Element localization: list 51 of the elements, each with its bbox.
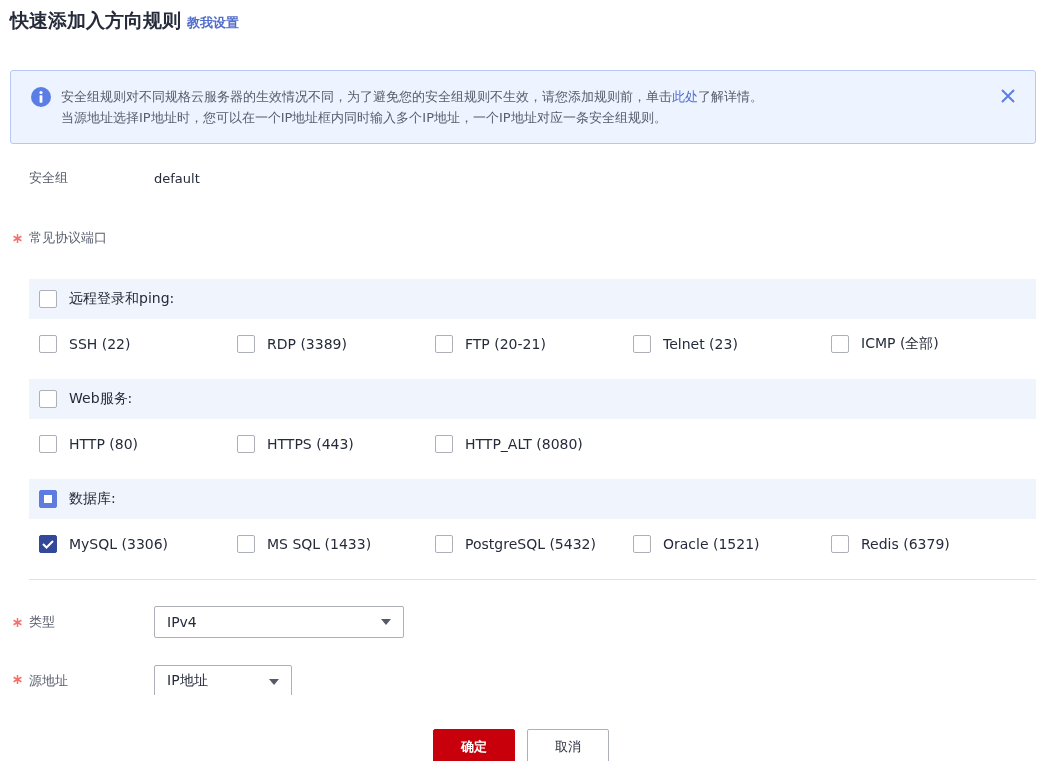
field-label: 常见协议端口 — [29, 229, 108, 247]
field-label: 源地址 — [29, 672, 69, 690]
field-value: default — [154, 170, 200, 186]
checkbox-label: HTTPS (443) — [267, 436, 354, 452]
dialog-button[interactable]: 确定 — [433, 729, 515, 761]
checkbox-label: Redis (6379) — [861, 536, 950, 552]
checkbox[interactable] — [831, 535, 849, 553]
checkbox-label: Telnet (23) — [663, 336, 738, 352]
checkbox-label: SSH (22) — [69, 336, 131, 352]
checkbox-label: ICMP (全部) — [861, 335, 939, 353]
notice-text: 当源地址选择IP地址时，您可以在一个IP地址框内同时输入多个IP地址，一个IP地址对应一条安全组规则。 — [61, 109, 668, 127]
checkbox[interactable] — [39, 435, 57, 453]
checkbox-label: MS SQL (1433) — [267, 536, 372, 552]
checkbox[interactable] — [633, 335, 651, 353]
checkbox-label: Oracle (1521) — [663, 536, 760, 552]
dialog-title: 快速添加入方向规则 — [10, 8, 181, 33]
checkbox[interactable] — [39, 290, 57, 308]
notice-text: 安全组规则对不同规格云服务器的生效情况不同，为了避免您的安全组规则不生效，请您添加规则前，单击此处了解详情。 — [61, 88, 764, 106]
checkbox[interactable] — [39, 390, 57, 408]
caret-icon — [269, 679, 279, 685]
checkmark-icon — [41, 537, 55, 551]
details-link[interactable]: 此处 — [672, 89, 698, 104]
checkbox[interactable] — [39, 535, 57, 553]
type-select[interactable]: IPv4 — [154, 606, 404, 638]
close-icon[interactable] — [1001, 89, 1015, 103]
checkbox[interactable] — [831, 335, 849, 353]
dialog-button[interactable]: 取消 — [527, 729, 609, 761]
group-label: 远程登录和ping: — [69, 290, 175, 308]
group-label: Web服务: — [69, 390, 133, 408]
checkbox[interactable] — [435, 535, 453, 553]
checkbox[interactable] — [435, 435, 453, 453]
checkbox[interactable] — [237, 435, 255, 453]
checkbox[interactable] — [237, 535, 255, 553]
checkbox-label: MySQL (3306) — [69, 536, 169, 552]
checkbox-label: HTTP (80) — [69, 436, 138, 452]
checkbox[interactable] — [39, 490, 57, 508]
checkbox[interactable] — [39, 335, 57, 353]
field-label: 类型 — [29, 613, 56, 631]
checkbox-label: RDP (3389) — [267, 336, 347, 352]
checkbox-label: FTP (20-21) — [465, 336, 546, 352]
source-select[interactable]: IP地址 — [154, 665, 292, 695]
checkbox[interactable] — [633, 535, 651, 553]
checkbox[interactable] — [435, 335, 453, 353]
field-label: 安全组 — [29, 169, 69, 187]
caret-icon — [381, 619, 391, 625]
group-label: 数据库: — [69, 490, 116, 508]
info-icon — [31, 87, 51, 107]
checkbox-label: HTTP_ALT (8080) — [465, 436, 583, 452]
help-link[interactable]: 教我设置 — [187, 14, 239, 32]
checkbox[interactable] — [237, 335, 255, 353]
checkbox-label: PostgreSQL (5432) — [465, 536, 596, 552]
